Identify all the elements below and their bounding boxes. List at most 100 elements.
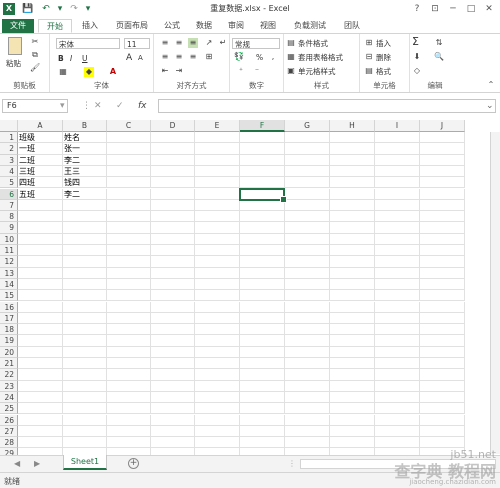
row-header[interactable]: 3	[0, 154, 18, 166]
cell[interactable]	[151, 256, 195, 268]
cell[interactable]	[63, 369, 107, 381]
cell[interactable]	[285, 290, 330, 302]
tab-home[interactable]: 开始	[38, 19, 72, 33]
font-size-select[interactable]: 11	[124, 38, 150, 49]
column-header[interactable]: F	[240, 120, 285, 132]
cell[interactable]	[240, 403, 285, 415]
cell[interactable]	[195, 425, 240, 438]
cell[interactable]	[285, 154, 330, 166]
cell[interactable]	[18, 346, 63, 358]
row-header[interactable]: 25	[0, 403, 18, 415]
fill-icon[interactable]: ⬇	[412, 52, 422, 62]
cell[interactable]	[240, 335, 285, 347]
cell[interactable]	[330, 188, 375, 200]
formula-input[interactable]	[158, 99, 496, 113]
tab-formulas[interactable]: 公式	[158, 19, 186, 33]
cell[interactable]	[240, 448, 285, 455]
cell[interactable]: 李二	[63, 154, 107, 166]
comma-style-icon[interactable]: ,	[268, 52, 278, 62]
row-header[interactable]: 20	[0, 346, 18, 358]
cell[interactable]	[107, 290, 151, 302]
cell[interactable]	[107, 414, 151, 426]
cell[interactable]	[375, 233, 420, 245]
cell[interactable]	[107, 346, 151, 358]
cell[interactable]	[195, 290, 240, 302]
cell[interactable]	[63, 290, 107, 302]
cell[interactable]	[240, 211, 285, 223]
cell[interactable]	[195, 267, 240, 279]
cell[interactable]	[330, 278, 375, 291]
cell[interactable]	[285, 448, 330, 455]
underline-button[interactable]: U	[82, 53, 88, 64]
cell[interactable]	[195, 245, 240, 257]
row-header[interactable]: 22	[0, 369, 18, 381]
active-cell-selection[interactable]	[239, 187, 287, 204]
row-header[interactable]: 9	[0, 222, 18, 234]
wrap-text-icon[interactable]: ↵	[218, 38, 228, 48]
cell[interactable]	[375, 437, 420, 449]
align-top-icon[interactable]: ≡	[160, 38, 170, 48]
cell[interactable]	[240, 222, 285, 234]
cell[interactable]	[63, 346, 107, 358]
name-box[interactable]: F6	[2, 99, 68, 113]
align-middle-icon[interactable]: ≡	[174, 38, 184, 48]
collapse-ribbon-icon[interactable]: ⌃	[486, 80, 496, 90]
cell[interactable]	[151, 324, 195, 336]
percent-button[interactable]: %	[256, 52, 263, 63]
number-format-select[interactable]: 常规	[232, 38, 280, 49]
tab-page-layout[interactable]: 页面布局	[108, 19, 156, 33]
cell[interactable]	[375, 154, 420, 166]
vertical-scrollbar[interactable]	[490, 132, 500, 454]
ribbon-display-icon[interactable]: ⊡	[428, 2, 442, 16]
cell[interactable]	[18, 380, 63, 392]
cell[interactable]	[375, 199, 420, 212]
cell[interactable]	[195, 154, 240, 166]
cell[interactable]	[375, 245, 420, 257]
cell[interactable]	[240, 358, 285, 370]
cell[interactable]	[195, 403, 240, 415]
cell[interactable]	[63, 403, 107, 415]
cell[interactable]	[420, 403, 465, 415]
row-header[interactable]: 5	[0, 177, 18, 189]
cell[interactable]	[285, 256, 330, 268]
cell[interactable]	[285, 391, 330, 404]
font-name-select[interactable]: 宋体	[56, 38, 120, 49]
cell[interactable]	[195, 233, 240, 245]
cell[interactable]	[330, 245, 375, 257]
row-header[interactable]: 2	[0, 143, 18, 155]
cell[interactable]	[18, 414, 63, 426]
cell[interactable]	[107, 177, 151, 189]
cell[interactable]	[330, 301, 375, 313]
column-header[interactable]: E	[195, 120, 240, 132]
cell[interactable]	[63, 448, 107, 455]
cell[interactable]	[285, 312, 330, 325]
cell[interactable]	[285, 335, 330, 347]
cell[interactable]	[420, 154, 465, 166]
row-header[interactable]: 18	[0, 324, 18, 336]
autosum-button[interactable]: Σ	[412, 36, 419, 47]
format-painter-icon[interactable]: 🖌	[30, 63, 40, 73]
cell[interactable]	[375, 414, 420, 426]
row-header[interactable]: 11	[0, 245, 18, 257]
cell[interactable]	[195, 346, 240, 358]
column-header[interactable]: D	[151, 120, 195, 132]
cell[interactable]	[375, 222, 420, 234]
cell[interactable]	[285, 199, 330, 212]
font-color-icon[interactable]: A	[108, 67, 118, 77]
tab-view[interactable]: 视图	[254, 19, 282, 33]
align-right-icon[interactable]: ≡	[188, 52, 198, 62]
tab-team[interactable]: 团队	[338, 19, 366, 33]
cell[interactable]	[330, 414, 375, 426]
cell[interactable]	[420, 278, 465, 291]
cell[interactable]	[420, 324, 465, 336]
cell[interactable]	[420, 233, 465, 245]
cell[interactable]	[285, 301, 330, 313]
row-header[interactable]: 10	[0, 233, 18, 245]
shrink-font-button[interactable]: A	[138, 53, 143, 64]
cell[interactable]	[420, 267, 465, 279]
cell[interactable]: 张一	[63, 143, 107, 155]
cell[interactable]	[195, 391, 240, 404]
grow-font-button[interactable]: A	[126, 53, 132, 64]
cell[interactable]	[18, 403, 63, 415]
cell[interactable]	[18, 222, 63, 234]
